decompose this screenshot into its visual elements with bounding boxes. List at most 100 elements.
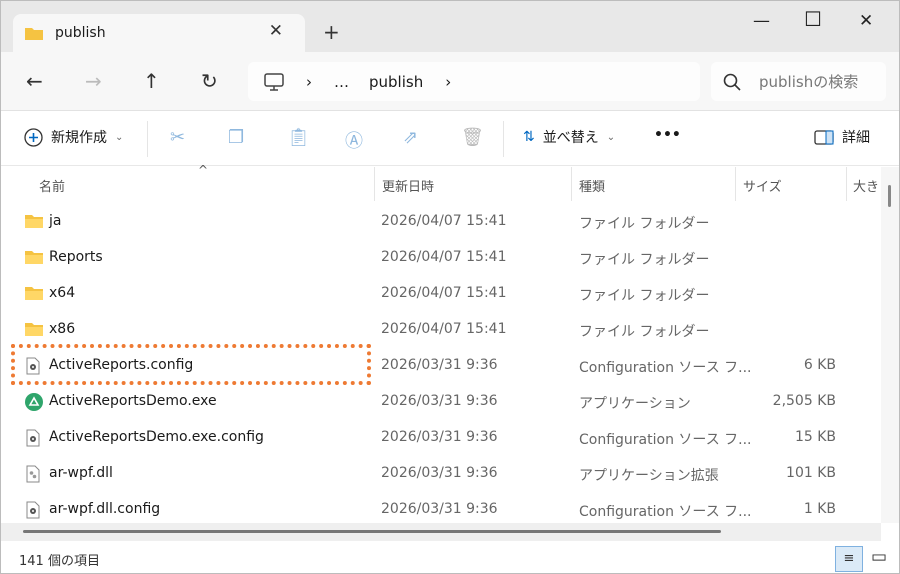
address-bar[interactable]: › … publish ›	[248, 62, 700, 101]
tab-publish[interactable]: publish ✕	[13, 14, 305, 52]
file-name: ja	[49, 213, 62, 229]
vertical-scrollbar[interactable]	[881, 167, 899, 523]
file-date: 2026/03/31 9:36	[381, 465, 498, 481]
sort-label: 並べ替え	[542, 130, 599, 146]
chevron-right-icon: ›	[306, 72, 312, 91]
search-input[interactable]: publishの検索	[711, 62, 886, 101]
minimize-button[interactable]: —	[753, 11, 770, 31]
file-type: アプリケーション	[579, 396, 691, 412]
back-button[interactable]: ←	[26, 69, 43, 93]
sort-ascending-icon: ^	[198, 163, 209, 177]
share-icon[interactable]: ⇗	[403, 127, 418, 148]
file-row[interactable]: x64 2026/04/07 15:41 ファイル フォルダー	[1, 276, 881, 312]
details-pane-icon	[814, 129, 834, 145]
file-date: 2026/04/07 15:41	[381, 321, 507, 337]
file-type: ファイル フォルダー	[579, 252, 710, 268]
delete-icon[interactable]: 🗑︎	[461, 127, 484, 148]
tab-title: publish	[55, 25, 106, 41]
file-row[interactable]: ja 2026/04/07 15:41 ファイル フォルダー	[1, 204, 881, 240]
breadcrumb-publish[interactable]: publish	[369, 73, 423, 91]
highlight-box	[11, 344, 371, 385]
config-icon	[25, 429, 43, 447]
file-type: Configuration ソース フ...	[579, 432, 752, 448]
column-size[interactable]: サイズ	[743, 176, 782, 195]
paste-icon[interactable]: 📋︎	[287, 127, 310, 148]
details-pane-button[interactable]: 詳細	[814, 127, 870, 147]
copy-icon[interactable]: ❐	[228, 127, 244, 148]
close-window-button[interactable]: ✕	[859, 11, 873, 31]
file-date: 2026/03/31 9:36	[381, 393, 498, 409]
file-date: 2026/03/31 9:36	[381, 429, 498, 445]
file-name: Reports	[49, 249, 103, 265]
plus-circle-icon	[24, 127, 43, 147]
close-tab-icon[interactable]: ✕	[269, 21, 283, 41]
file-name: x64	[49, 285, 76, 301]
file-name: ActiveReportsDemo.exe.config	[49, 429, 264, 445]
file-row[interactable]: ActiveReportsDemo.exe 2026/03/31 9:36 アプ…	[1, 384, 881, 420]
file-type: Configuration ソース フ...	[579, 360, 752, 376]
file-date: 2026/04/07 15:41	[381, 213, 507, 229]
status-bar: 141 個の項目 ≡ ▭	[1, 541, 899, 573]
file-type: ファイル フォルダー	[579, 324, 710, 340]
file-explorer-window: publish ✕ + — ☐ ✕ ← → ↑ ↻ › … publish › …	[0, 0, 900, 574]
file-date: 2026/04/07 15:41	[381, 249, 507, 265]
details-view-button[interactable]: ≡	[835, 546, 863, 572]
maximize-button[interactable]: ☐	[804, 7, 822, 31]
cut-icon[interactable]: ✂	[170, 127, 185, 148]
file-type: ファイル フォルダー	[579, 216, 710, 232]
config-icon	[25, 501, 43, 519]
file-type: Configuration ソース フ...	[579, 504, 752, 520]
search-placeholder: publishの検索	[759, 73, 859, 91]
up-button[interactable]: ↑	[143, 69, 160, 93]
divider	[503, 121, 504, 157]
file-date: 2026/03/31 9:36	[381, 501, 498, 517]
chevron-down-icon: ⌄	[115, 131, 124, 143]
column-header: 名前 ^ 更新日時 種類 サイズ 大き	[1, 163, 899, 201]
rename-icon[interactable]: Ⓐ	[345, 127, 363, 153]
file-row[interactable]: Reports 2026/04/07 15:41 ファイル フォルダー	[1, 240, 881, 276]
file-date: 2026/03/31 9:36	[381, 357, 498, 373]
command-bar: 新規作成 ⌄ ✂ ❐ 📋︎ Ⓐ ⇗ 🗑︎ ⇅ 並べ替え ⌄ ••• 詳細	[1, 111, 899, 166]
item-count: 141 個の項目	[19, 554, 100, 569]
details-label: 詳細	[842, 130, 870, 146]
search-icon	[723, 73, 741, 91]
sort-button[interactable]: ⇅ 並べ替え ⌄	[523, 127, 615, 147]
app-icon	[25, 393, 43, 411]
horizontal-scrollbar[interactable]	[1, 523, 881, 541]
dll-icon	[25, 465, 43, 483]
file-size: 15 KB	[794, 429, 836, 445]
more-options-button[interactable]: •••	[654, 127, 681, 143]
new-label: 新規作成	[51, 130, 107, 146]
breadcrumb-overflow[interactable]: …	[334, 73, 349, 91]
file-size: 1 KB	[803, 501, 836, 517]
column-type[interactable]: 種類	[579, 176, 605, 195]
file-type: ファイル フォルダー	[579, 288, 710, 304]
forward-button[interactable]: →	[85, 69, 102, 93]
file-name: ActiveReportsDemo.exe	[49, 393, 217, 409]
new-button[interactable]: 新規作成 ⌄	[24, 127, 123, 147]
folder-icon	[25, 285, 43, 303]
file-row[interactable]: ar-wpf.dll 2026/03/31 9:36 アプリケーション拡張 10…	[1, 456, 881, 492]
folder-icon	[25, 213, 43, 231]
divider	[147, 121, 148, 157]
file-type: アプリケーション拡張	[579, 468, 719, 484]
file-name: ar-wpf.dll.config	[49, 501, 161, 517]
folder-icon	[25, 249, 43, 267]
column-date[interactable]: 更新日時	[382, 176, 434, 195]
chevron-right-icon[interactable]: ›	[445, 73, 451, 91]
file-row[interactable]: ActiveReportsDemo.exe.config 2026/03/31 …	[1, 420, 881, 456]
chevron-down-icon: ⌄	[606, 131, 616, 143]
new-tab-button[interactable]: +	[323, 20, 340, 44]
file-row[interactable]: x86 2026/04/07 15:41 ファイル フォルダー	[1, 312, 881, 348]
this-pc-icon	[264, 72, 284, 91]
tiles-view-button[interactable]: ▭	[871, 547, 887, 567]
navigation-bar: ← → ↑ ↻ › … publish › publishの検索	[1, 52, 899, 111]
file-name: x86	[49, 321, 76, 337]
column-size-extra[interactable]: 大き	[853, 176, 879, 195]
file-name: ar-wpf.dll	[49, 465, 113, 481]
refresh-button[interactable]: ↻	[201, 69, 218, 93]
column-name[interactable]: 名前	[39, 176, 65, 195]
folder-icon	[25, 321, 43, 339]
file-size: 101 KB	[786, 465, 836, 481]
file-size: 6 KB	[803, 357, 836, 373]
